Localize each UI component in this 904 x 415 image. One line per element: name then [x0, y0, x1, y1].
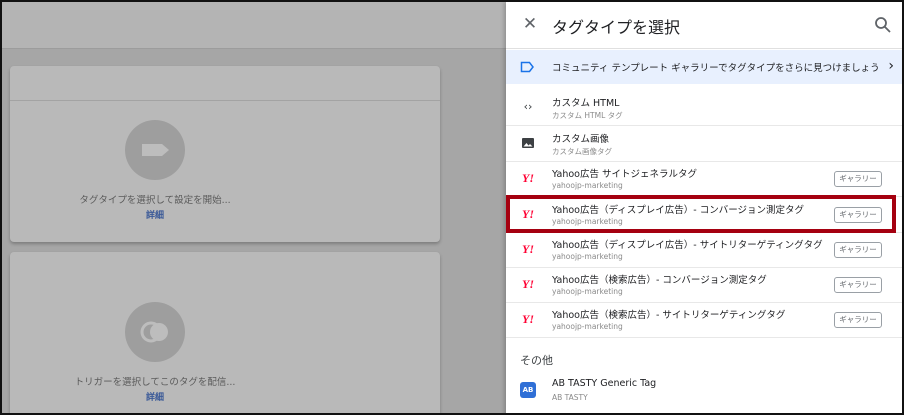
trigger-placeholder-icon[interactable]: [125, 302, 185, 362]
tag-outline-icon: [520, 61, 534, 73]
tag-type-sub: yahoojp-marketing: [552, 287, 623, 296]
tag-placeholder-text: タグタイプを選択して設定を開始...: [79, 195, 231, 206]
tag-type-sub: カスタム HTML タグ: [552, 111, 623, 120]
tag-type-row[interactable]: Y! Yahoo広告（ディスプレイ広告）- サイトリターゲティングタグ yaho…: [506, 232, 902, 268]
trigger-placeholder-text: トリガーを選択してこのタグを配信...: [74, 377, 236, 388]
tag-learn-more-link[interactable]: 詳細: [10, 208, 300, 221]
tag-type-sub: yahoojp-marketing: [552, 322, 623, 331]
tag-type-row[interactable]: Y! Yahoo広告（検索広告）- サイトリターゲティングタグ yahoojp-…: [506, 302, 902, 338]
workspace-topbar: [2, 2, 506, 49]
community-gallery-banner[interactable]: コミュニティ テンプレート ギャラリーでタグタイプをさらに見つけましょう ›: [506, 50, 902, 84]
screenshot-frame: タグタイプを選択して設定を開始... 詳細 トリガーを選択してこのタグを配信..…: [0, 0, 904, 415]
tag-type-row[interactable]: ‹› カスタム HTML カスタム HTML タグ: [506, 90, 902, 126]
tag-type-sub: カスタム画像タグ: [552, 147, 612, 156]
tag-type-row[interactable]: カスタム画像 カスタム画像タグ: [506, 126, 902, 162]
ab-tasty-icon: AB: [520, 382, 536, 398]
section-heading-other: その他: [520, 354, 553, 367]
trigger-learn-more-link[interactable]: 詳細: [10, 390, 300, 403]
tag-type-name: Yahoo広告 サイトジェネラルタグ: [552, 169, 697, 180]
panel-header: ✕ タグタイプを選択: [506, 2, 902, 49]
yahoo-icon: Y!: [522, 171, 534, 185]
yahoo-icon: Y!: [522, 277, 534, 291]
tag-type-name: Yahoo広告（検索広告）- サイトリターゲティングタグ: [552, 310, 786, 321]
banner-text: コミュニティ テンプレート ギャラリーでタグタイプをさらに見つけましょう: [552, 63, 880, 74]
trigger-shape-icon: [140, 321, 168, 343]
gallery-badge[interactable]: ギャラリー: [834, 171, 882, 187]
gallery-badge[interactable]: ギャラリー: [834, 277, 882, 293]
tag-type-row[interactable]: Y! Yahoo広告 サイトジェネラルタグ yahoojp-marketing …: [506, 161, 902, 197]
code-icon: ‹›: [523, 100, 533, 113]
tag-configuration-card[interactable]: タグタイプを選択して設定を開始... 詳細: [10, 66, 440, 242]
yahoo-icon: Y!: [522, 312, 534, 326]
tag-type-name: Yahoo広告（ディスプレイ広告）- サイトリターゲティングタグ: [552, 240, 823, 251]
panel-title: タグタイプを選択: [552, 18, 681, 37]
image-icon: [522, 138, 534, 148]
yahoo-icon: Y!: [522, 242, 534, 256]
close-icon[interactable]: ✕: [520, 14, 540, 34]
tag-type-sub: yahoojp-marketing: [552, 252, 623, 261]
triggering-card[interactable]: トリガーを選択してこのタグを配信... 詳細: [10, 252, 440, 413]
search-icon[interactable]: [874, 16, 892, 34]
tag-type-sub: AB TASTY: [552, 393, 588, 402]
chevron-right-icon: ›: [888, 58, 894, 74]
tag-type-name[interactable]: AB TASTY Generic Tag: [552, 378, 656, 389]
tag-type-name: カスタム画像: [552, 134, 610, 145]
gallery-badge[interactable]: ギャラリー: [834, 312, 882, 328]
tag-type-name: Yahoo広告（検索広告）- コンバージョン測定タグ: [552, 275, 767, 286]
tag-shape-icon: [142, 144, 169, 156]
tag-type-sub: yahoojp-marketing: [552, 181, 623, 190]
gallery-badge[interactable]: ギャラリー: [834, 242, 882, 258]
tag-type-name: カスタム HTML: [552, 98, 620, 109]
tag-placeholder-icon[interactable]: [125, 120, 185, 180]
tag-type-row[interactable]: Y! Yahoo広告（検索広告）- コンバージョン測定タグ yahoojp-ma…: [506, 267, 902, 303]
selection-highlight-box: [506, 195, 896, 233]
card-divider: [10, 100, 440, 101]
